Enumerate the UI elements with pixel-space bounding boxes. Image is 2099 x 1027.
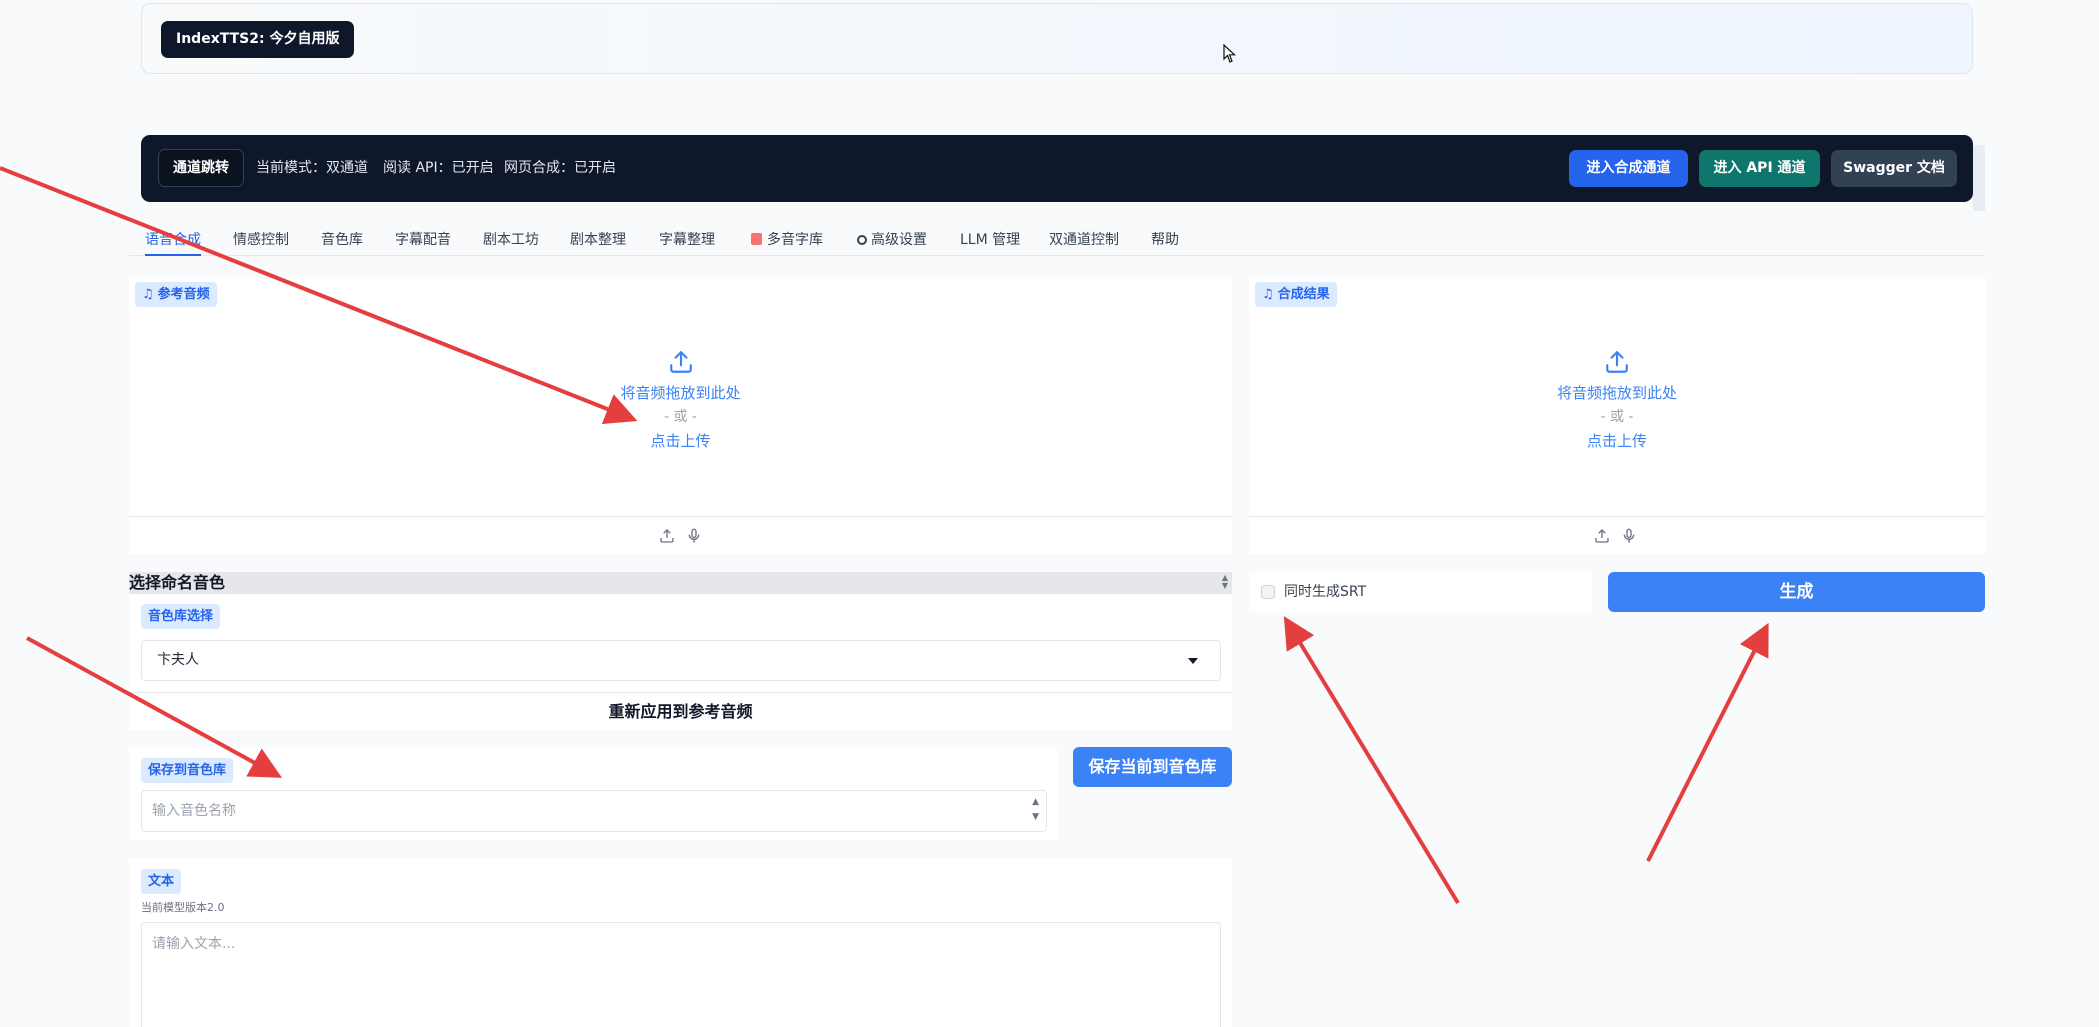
tab-script-workshop[interactable]: 剧本工坊 xyxy=(483,224,539,256)
save-voice-label: 保存到音色库 xyxy=(141,758,234,783)
drop-text: 将音频拖放到此处 xyxy=(1556,384,1677,402)
book-icon xyxy=(751,233,762,245)
arrow-to-srt xyxy=(1283,616,1460,905)
generate-button[interactable]: 生成 xyxy=(1608,572,1985,612)
voice-name-input[interactable]: 输入音色名称 ▲ ▼ xyxy=(141,790,1047,832)
sort-arrows-icon: ▲ ▼ xyxy=(1221,573,1228,590)
upload-icon[interactable] xyxy=(659,528,675,544)
drop-text: 将音频拖放到此处 xyxy=(620,384,741,402)
mouse-cursor-icon xyxy=(1223,44,1237,63)
read-api-status: 阅读 API：已开启 xyxy=(383,160,494,176)
reference-audio-dropzone[interactable]: 将音频拖放到此处 - 或 - 点击上传 xyxy=(129,349,1232,453)
result-audio-label: ♫ 合成结果 xyxy=(1255,282,1337,307)
voice-library-label: 音色库选择 xyxy=(141,604,221,629)
upload-icon xyxy=(669,351,692,373)
main-tabs: 语音合成 情感控制 音色库 字幕配音 剧本工坊 剧本整理 字幕整理 多音字库 高… xyxy=(129,224,1985,256)
tab-voice-library[interactable]: 音色库 xyxy=(321,224,363,256)
caret-down-icon xyxy=(1188,658,1198,664)
click-upload-text: 点击上传 xyxy=(650,432,711,450)
arrow-to-generate xyxy=(1646,622,1769,862)
tab-advanced-settings[interactable]: 高级设置 xyxy=(857,224,927,256)
music-note-icon: ♫ xyxy=(1262,287,1274,302)
stepper-icon[interactable]: ▲ ▼ xyxy=(1032,795,1039,825)
or-text: - 或 - xyxy=(663,409,697,425)
tab-subtitle-organize[interactable]: 字幕整理 xyxy=(659,224,715,256)
gear-icon xyxy=(857,235,867,245)
reference-audio-panel: ♫ 参考音频 将音频拖放到此处 - 或 - 点击上传 xyxy=(129,277,1232,554)
channel-jump-button[interactable]: 通道跳转 xyxy=(158,149,244,187)
srt-option[interactable]: 同时生成SRT xyxy=(1249,572,1592,612)
channel-bar-shadow xyxy=(1973,145,1985,211)
channel-bar: 通道跳转 当前模式：双通道 阅读 API：已开启 网页合成：已开启 进入合成通道… xyxy=(141,135,1973,202)
tab-dual-channel-control[interactable]: 双通道控制 xyxy=(1049,224,1119,256)
result-audio-panel: ♫ 合成结果 将音频拖放到此处 - 或 - 点击上传 xyxy=(1249,277,1985,554)
reference-audio-label: ♫ 参考音频 xyxy=(135,282,217,307)
swagger-docs-button[interactable]: Swagger 文档 xyxy=(1831,150,1957,187)
voice-select-header[interactable]: 选择命名音色 ▲ ▼ xyxy=(129,572,1232,594)
result-audio-dropzone[interactable]: 将音频拖放到此处 - 或 - 点击上传 xyxy=(1249,349,1985,453)
mode-status: 当前模式：双通道 xyxy=(256,160,368,176)
tab-llm-management[interactable]: LLM 管理 xyxy=(960,224,1020,256)
save-voice-panel: 保存到音色库 输入音色名称 ▲ ▼ xyxy=(129,747,1057,840)
voice-library-dropdown[interactable]: 卞夫人 xyxy=(141,640,1221,681)
reference-audio-toolbar xyxy=(129,516,1232,554)
text-panel: 文本 当前模型版本2.0 请输入文本... xyxy=(129,858,1232,1027)
save-to-library-button[interactable]: 保存当前到音色库 xyxy=(1073,747,1232,787)
srt-label: 同时生成SRT xyxy=(1284,584,1367,600)
tab-subtitle-dubbing[interactable]: 字幕配音 xyxy=(395,224,451,256)
or-text: - 或 - xyxy=(1600,409,1634,425)
enter-api-button[interactable]: 进入 API 通道 xyxy=(1699,150,1820,187)
music-note-icon: ♫ xyxy=(142,287,154,302)
upload-icon[interactable] xyxy=(1594,528,1610,544)
tab-emotion-control[interactable]: 情感控制 xyxy=(233,224,289,256)
web-synthesis-status: 网页合成：已开启 xyxy=(504,160,616,176)
tab-polyphone-library[interactable]: 多音字库 xyxy=(751,224,823,256)
text-input[interactable]: 请输入文本... xyxy=(141,922,1221,1027)
microphone-icon[interactable] xyxy=(686,528,702,544)
srt-checkbox[interactable] xyxy=(1261,585,1275,599)
enter-synthesis-button[interactable]: 进入合成通道 xyxy=(1569,150,1688,187)
reapply-button[interactable]: 重新应用到参考音频 xyxy=(129,692,1232,730)
text-label: 文本 xyxy=(141,869,182,894)
tab-help[interactable]: 帮助 xyxy=(1151,224,1179,256)
click-upload-text: 点击上传 xyxy=(1586,432,1647,450)
model-version-text: 当前模型版本2.0 xyxy=(141,901,225,914)
upload-icon xyxy=(1606,351,1628,373)
microphone-icon[interactable] xyxy=(1621,528,1637,544)
result-audio-toolbar xyxy=(1249,516,1985,554)
app-title: IndexTTS2: 今夕自用版 xyxy=(161,21,355,58)
title-banner: IndexTTS2: 今夕自用版 xyxy=(141,3,1973,74)
tab-speech-synthesis[interactable]: 语音合成 xyxy=(145,224,201,256)
tab-script-organize[interactable]: 剧本整理 xyxy=(570,224,626,256)
